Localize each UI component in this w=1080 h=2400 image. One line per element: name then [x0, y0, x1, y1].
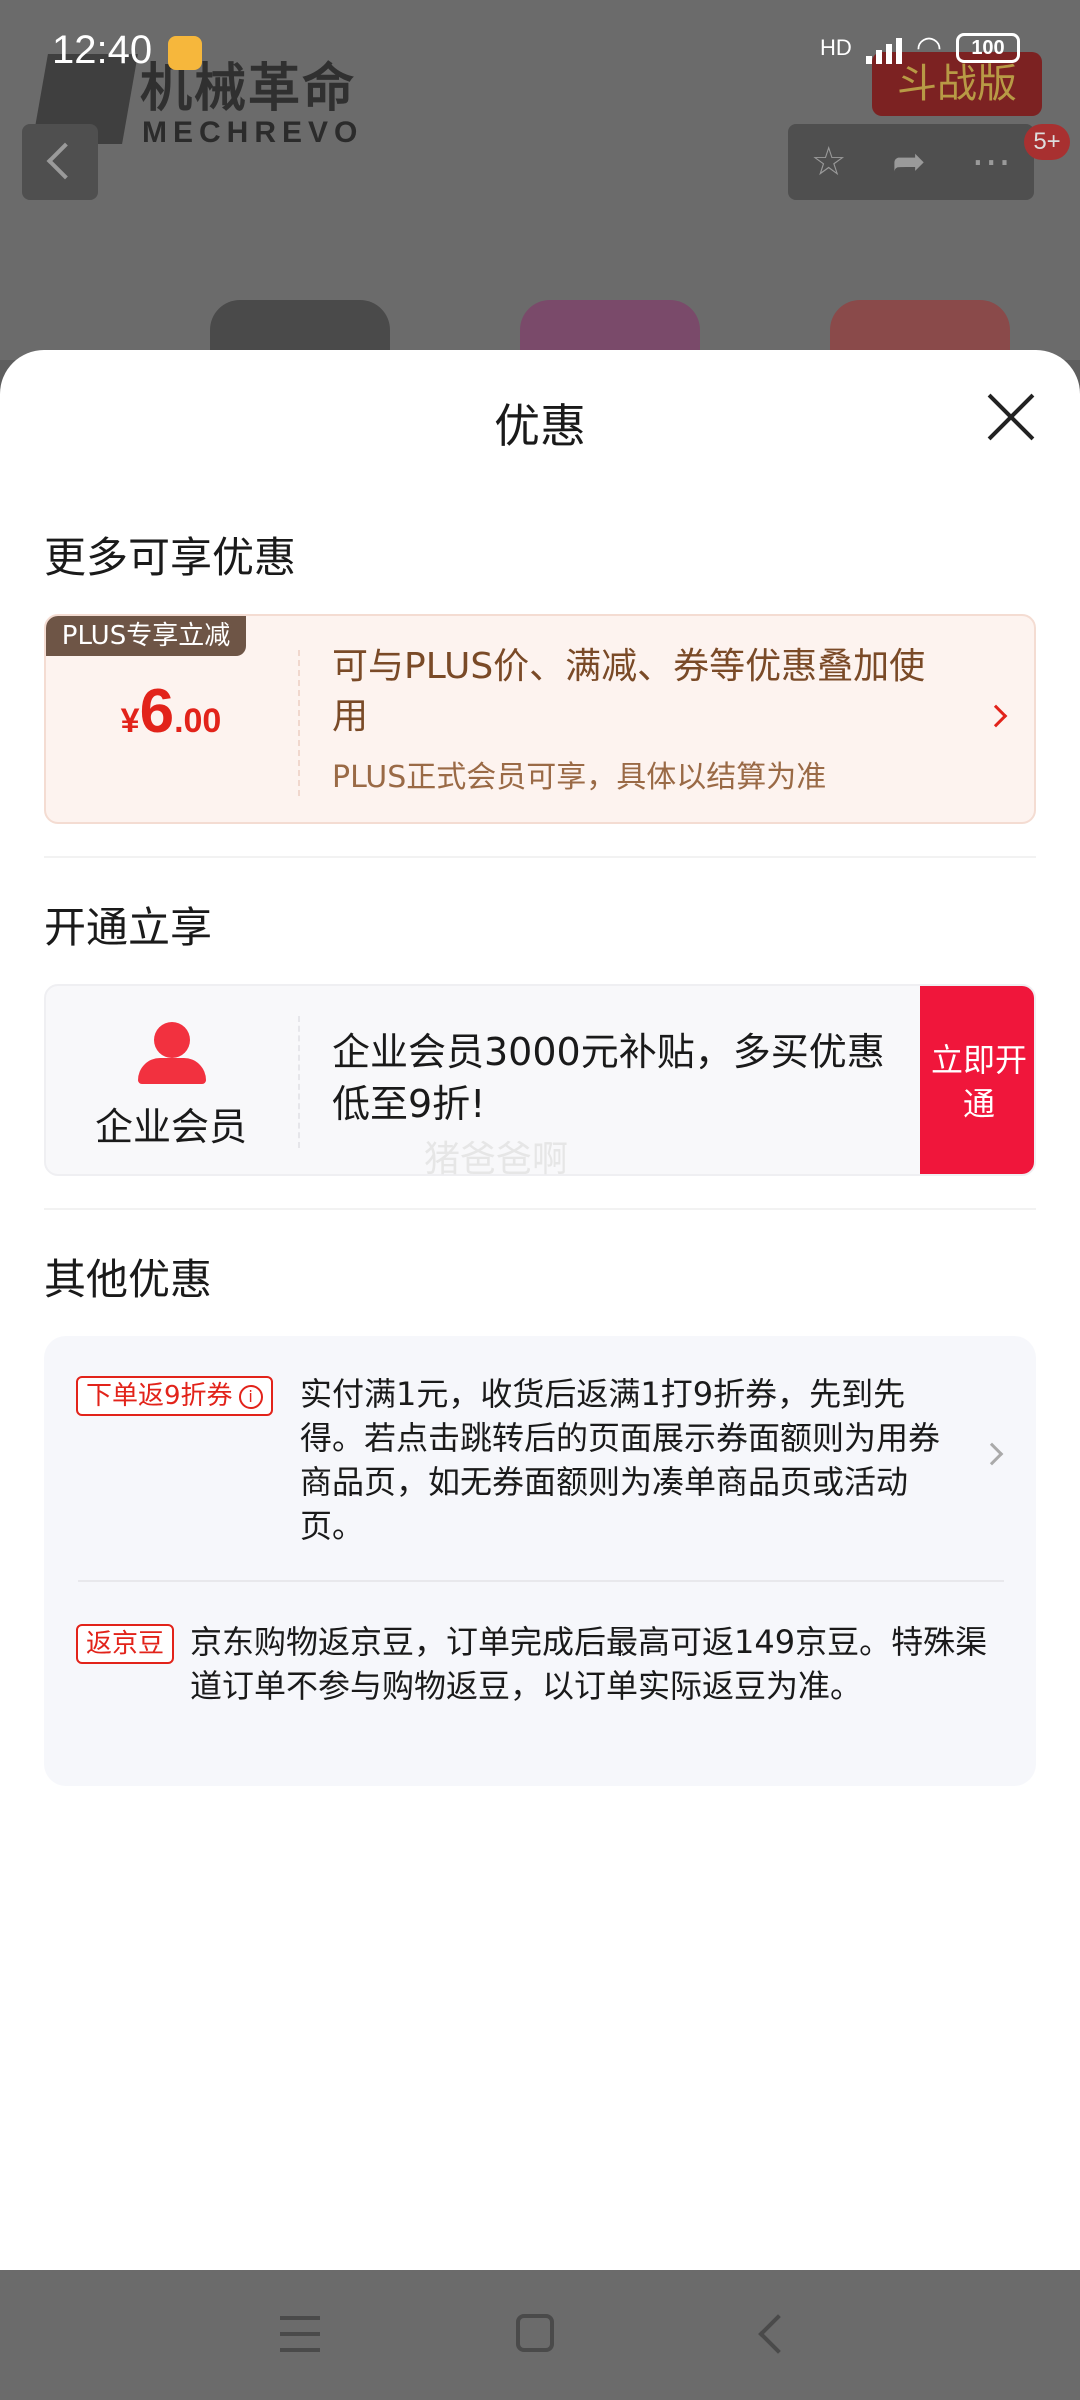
section-title-other-offers: 其他优惠: [44, 1255, 213, 1304]
back-button[interactable]: [22, 124, 98, 200]
section-divider: [44, 1208, 1036, 1210]
top-action-bar: ☆ ➦ ⋯: [788, 124, 1034, 200]
share-icon[interactable]: ➦: [892, 139, 926, 185]
enterprise-member-description: 企业会员3000元补贴，多买优惠低至9折!: [332, 1030, 885, 1126]
plus-subtext: PLUS正式会员可享，具体以结算为准: [332, 760, 827, 795]
plus-description: 可与PLUS价、满减、券等优惠叠加使用: [332, 646, 926, 737]
offer-divider: [78, 1580, 1004, 1582]
home-icon[interactable]: [516, 2314, 554, 2352]
more-icon[interactable]: ⋯: [971, 139, 1011, 185]
signal-icon: [865, 32, 902, 64]
offers-sheet: 优惠 更多可享优惠 PLUS专享立减 ¥6.00 可与PLUS价、满减、券等优惠…: [0, 350, 1080, 2270]
info-icon[interactable]: i: [238, 1385, 263, 1409]
section-title-more-offers: 更多可享优惠: [44, 533, 297, 582]
plus-tag: PLUS专享立减: [46, 616, 246, 656]
divider: [298, 650, 300, 796]
offer-tag-jingdou: 返京豆: [76, 1624, 175, 1664]
menu-icon[interactable]: [280, 2316, 320, 2352]
watermark: 猪爸爸啊: [424, 1139, 569, 1180]
status-bar: 12:40 HD ◠ 100: [0, 0, 1080, 100]
user-icon: [138, 1022, 206, 1084]
other-offers-card: 下单返9折券 i 实付满1元，收货后返满1打9折券，先到先得。若点击跳转后的页面展…: [44, 1336, 1036, 1786]
wifi-icon: ◠: [915, 31, 942, 64]
open-now-button[interactable]: 立即开通: [920, 986, 1034, 1174]
status-time: 12:40: [52, 28, 153, 72]
divider: [298, 1016, 300, 1148]
plus-price: ¥6.00: [120, 677, 222, 746]
plus-discount-card[interactable]: PLUS专享立减 ¥6.00 可与PLUS价、满减、券等优惠叠加使用 PLUS正…: [44, 614, 1036, 824]
offer-text-jingdou: 京东购物返京豆，订单完成后最高可返149京豆。特殊渠道订单不参与购物返豆，以订单…: [190, 1623, 988, 1705]
enterprise-member-label: 企业会员: [94, 1105, 247, 1149]
system-nav-bar: [0, 2270, 1080, 2400]
sheet-title: 优惠: [494, 399, 586, 453]
close-icon[interactable]: [986, 392, 1036, 442]
section-title-open-now: 开通立享: [44, 903, 213, 952]
notification-icon: [168, 36, 202, 70]
brand-sub-logo: MECHREVO: [142, 116, 364, 149]
offer-tag-coupon: 下单返9折券 i: [76, 1376, 273, 1416]
chevron-left-icon: [46, 142, 84, 180]
message-badge: 5+: [1024, 124, 1070, 160]
section-divider: [44, 856, 1036, 858]
star-icon[interactable]: ☆: [811, 139, 847, 185]
chevron-right-icon: [980, 1442, 1004, 1466]
status-indicators: HD ◠ 100: [820, 30, 1020, 65]
hd-label: HD: [820, 34, 852, 60]
battery-icon: 100: [956, 32, 1020, 63]
chevron-right-icon: [984, 704, 1008, 728]
back-icon[interactable]: [758, 2314, 798, 2354]
offer-text-coupon: 实付满1元，收货后返满1打9折券，先到先得。若点击跳转后的页面展示券面额则为用券…: [300, 1375, 941, 1545]
